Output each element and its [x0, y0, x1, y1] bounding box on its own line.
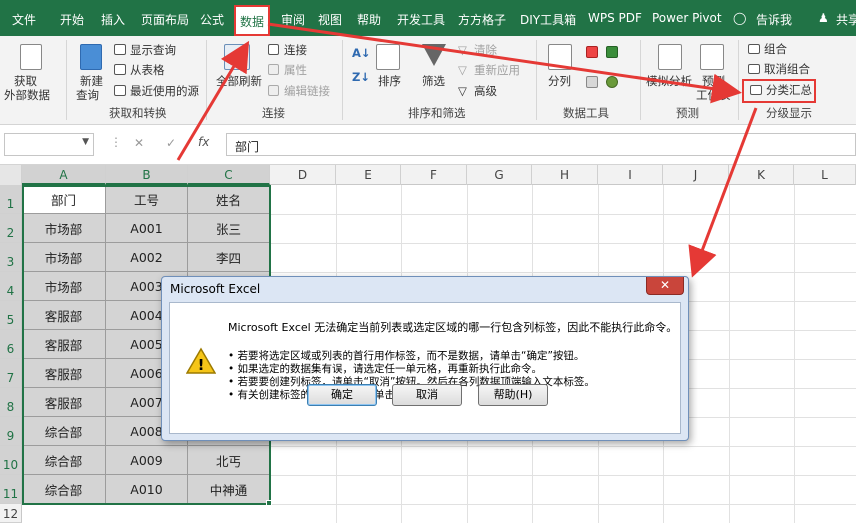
- error-dialog: Microsoft Excel ✕ Microsoft Excel 无法确定当前…: [161, 276, 689, 441]
- arrow-to-dialog: [688, 107, 758, 278]
- dialog-body: Microsoft Excel 无法确定当前列表或选定区域的哪一行包含列标签，因…: [169, 302, 681, 434]
- arrow-to-subtotal: [267, 22, 742, 104]
- dialog-message: Microsoft Excel 无法确定当前列表或选定区域的哪一行包含列标签，因…: [228, 321, 678, 334]
- ok-button[interactable]: 确定: [307, 384, 377, 406]
- cancel-button[interactable]: 取消: [392, 384, 462, 406]
- dialog-title: Microsoft Excel: [170, 282, 261, 296]
- warning-icon: !: [186, 347, 216, 374]
- arrow-to-data-tab: [176, 40, 250, 161]
- help-button[interactable]: 帮助(H): [478, 384, 548, 406]
- annotation-arrows: [176, 22, 758, 278]
- dialog-close-button[interactable]: ✕: [646, 277, 684, 295]
- warning-glyph: !: [198, 356, 205, 374]
